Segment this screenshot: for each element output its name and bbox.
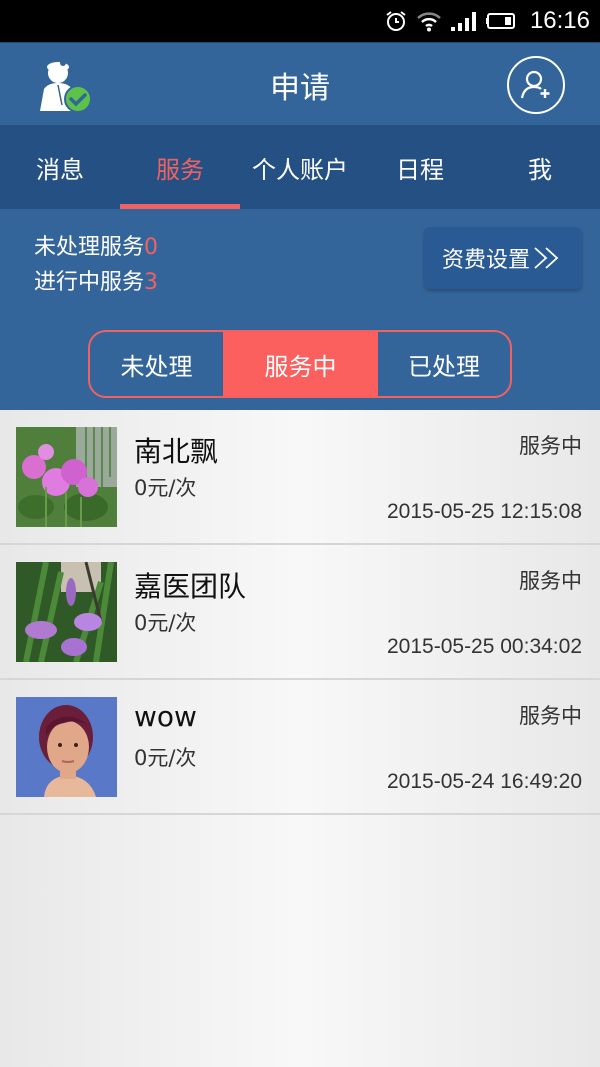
double-chevron-right-icon: [534, 247, 559, 269]
status-time: 16:16: [529, 7, 590, 34]
item-name: wow: [134, 700, 197, 733]
item-time: 2015-05-25 12:15:08: [387, 500, 582, 523]
pink-flowers-photo: [16, 427, 117, 527]
service-summary: 未处理服务0 进行中服务3 资费设置 未处理 服务中 已处理: [0, 209, 600, 410]
item-price: 0元/次: [134, 611, 197, 635]
pending-services-count: 0: [144, 235, 159, 260]
item-name: 南北飘: [134, 435, 219, 468]
tab-me[interactable]: 我: [480, 125, 600, 209]
fee-settings-label: 资费设置: [441, 248, 530, 273]
list-item[interactable]: 南北飘 0元/次 服务中 2015-05-25 12:15:08: [0, 410, 600, 545]
item-time: 2015-05-25 00:34:02: [387, 635, 582, 658]
in-progress-services-line: 进行中服务3: [34, 264, 158, 296]
app-header: 申请: [0, 42, 600, 125]
list-item[interactable]: 嘉医团队 0元/次 服务中 2015-05-25 00:34:02: [0, 545, 600, 680]
item-time: 2015-05-24 16:49:20: [387, 770, 582, 793]
segment-processed[interactable]: 已处理: [378, 332, 510, 396]
in-progress-services-count: 3: [144, 270, 159, 295]
fee-settings-button[interactable]: 资费设置: [424, 227, 582, 289]
pending-services-label: 未处理服务: [34, 235, 145, 260]
battery-icon: [485, 13, 515, 29]
segment-in-service[interactable]: 服务中: [223, 332, 378, 396]
status-bar: 16:16: [0, 0, 600, 42]
in-progress-services-label: 进行中服务: [34, 270, 145, 295]
tab-services[interactable]: 服务: [120, 125, 240, 209]
status-filter: 未处理 服务中 已处理: [88, 330, 512, 398]
signal-icon: [450, 12, 476, 31]
item-price: 0元/次: [134, 746, 197, 770]
wifi-icon: [417, 12, 441, 32]
alarm-icon: [386, 11, 406, 31]
add-user-icon: [520, 70, 550, 99]
item-name: 嘉医团队: [134, 570, 247, 603]
avatar: [16, 427, 117, 527]
avatar: [16, 697, 117, 797]
tab-personal-account[interactable]: 个人账户: [240, 125, 360, 209]
avatar: [16, 562, 117, 662]
list-item[interactable]: wow 0元/次 服务中 2015-05-24 16:49:20: [0, 680, 600, 815]
purple-orchid-photo: [16, 562, 117, 662]
item-status: 服务中: [519, 704, 582, 728]
item-status: 服务中: [519, 434, 582, 458]
add-user-button[interactable]: [507, 56, 565, 114]
tab-bar: 消息 服务 个人账户 日程 我: [0, 125, 600, 209]
item-price: 0元/次: [134, 476, 197, 500]
tab-schedule[interactable]: 日程: [360, 125, 480, 209]
pending-services-line: 未处理服务0: [34, 229, 158, 261]
item-status: 服务中: [519, 569, 582, 593]
tab-messages[interactable]: 消息: [0, 125, 120, 209]
segment-pending[interactable]: 未处理: [90, 332, 223, 396]
service-list: 南北飘 0元/次 服务中 2015-05-25 12:15:08 嘉医团队 0元…: [0, 410, 600, 1067]
portrait-photo: [16, 697, 117, 797]
